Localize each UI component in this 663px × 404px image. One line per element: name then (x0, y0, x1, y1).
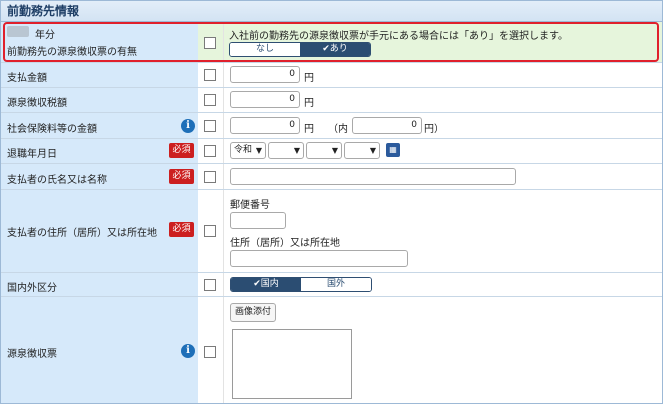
row-social-insurance: 社会保険料等の金額 i 0 円 （内 0 円） (1, 113, 662, 139)
postal-code-input[interactable] (230, 212, 286, 229)
row-checkbox[interactable] (204, 120, 216, 132)
address-input[interactable] (230, 250, 408, 267)
check-cell (198, 273, 224, 296)
address-label: 住所（居所）又は所在地 (230, 238, 340, 249)
chevron-down-icon: ▼ (369, 146, 376, 155)
value-cell (224, 164, 662, 189)
row-payment: 支払金額 0 円 (1, 63, 662, 88)
label-cell: 年分 前勤務先の源泉徴収票の有無 (1, 22, 198, 62)
value-cell: 0 円 (224, 88, 662, 112)
redacted-year (7, 26, 29, 37)
row-checkbox[interactable] (204, 94, 216, 106)
calendar-icon[interactable]: ▦ (386, 143, 400, 157)
month-select[interactable]: ▼ (306, 142, 342, 159)
prev-employer-panel: 前勤務先情報 年分 前勤務先の源泉徴収票の有無 入社前の勤務先の源泉徴収票が手元… (0, 0, 663, 404)
slip-label: 源泉徴収票 (7, 349, 57, 360)
row-checkbox[interactable] (204, 171, 216, 183)
required-badge: 必須 (169, 169, 194, 184)
check-cell (198, 190, 224, 272)
withholding-unit: 円 (304, 98, 314, 109)
row-domestic: 国内外区分 ✔国内 国外 (1, 273, 662, 297)
label-cell: 支払金額 (1, 63, 198, 87)
attach-image-button[interactable]: 画像添付 (230, 303, 277, 322)
label-cell: 源泉徴収税額 (1, 88, 198, 112)
label-cell: 退職年月日 必須 (1, 139, 198, 163)
option-none[interactable]: なし (230, 43, 300, 56)
social-insurance-unit: 円 (304, 124, 314, 135)
value-cell: ✔国内 国外 (224, 273, 662, 296)
check-cell (198, 164, 224, 189)
value-cell: 令和 ▼ ▼ ▼ ▼ ▦ (224, 139, 662, 163)
domestic-label: 国内外区分 (7, 283, 57, 294)
payer-name-label: 支払者の氏名又は名称 (7, 175, 107, 186)
row-checkbox[interactable] (204, 225, 216, 237)
info-icon[interactable]: i (181, 119, 195, 133)
value-cell: 入社前の勤務先の源泉徴収票が手元にある場合には「あり」を選択します。 なし ✔あ… (224, 22, 662, 62)
check-cell (198, 297, 224, 403)
chevron-down-icon: ▼ (255, 146, 262, 155)
withholding-input[interactable]: 0 (230, 91, 300, 108)
label-cell: 源泉徴収票 i (1, 297, 198, 403)
row-checkbox[interactable] (204, 346, 216, 358)
label-cell: 社会保険料等の金額 i (1, 113, 198, 138)
option-yes[interactable]: ✔あり (300, 43, 370, 56)
option-domestic[interactable]: ✔国内 (231, 278, 301, 291)
row-payer-address: 支払者の住所（居所）又は所在地 必須 郵便番号 住所（居所）又は所在地 (1, 190, 662, 273)
row-checkbox[interactable] (204, 37, 216, 49)
row-payer-name: 支払者の氏名又は名称 必須 (1, 164, 662, 190)
payer-name-input[interactable] (230, 168, 516, 185)
check-cell (198, 88, 224, 112)
label-cell: 支払者の住所（居所）又は所在地 必須 (1, 190, 198, 272)
check-cell (198, 113, 224, 138)
era-value: 令和 (234, 145, 253, 155)
slip-toggle: なし ✔あり (229, 42, 371, 57)
row-retire-date: 退職年月日 必須 令和 ▼ ▼ ▼ ▼ ▦ (1, 139, 662, 164)
check-cell (198, 139, 224, 163)
label-cell: 国内外区分 (1, 273, 198, 296)
row-checkbox[interactable] (204, 69, 216, 81)
year-select[interactable]: ▼ (268, 142, 304, 159)
domestic-toggle: ✔国内 国外 (230, 277, 372, 292)
row-withholding: 源泉徴収税額 0 円 (1, 88, 662, 113)
withholding-label: 源泉徴収税額 (7, 98, 67, 109)
chevron-down-icon: ▼ (293, 146, 300, 155)
value-cell: 画像添付 (224, 297, 662, 403)
row-checkbox[interactable] (204, 145, 216, 157)
social-insurance-input[interactable]: 0 (230, 117, 300, 134)
payer-address-label: 支払者の住所（居所）又は所在地 (7, 228, 157, 239)
day-select[interactable]: ▼ (344, 142, 380, 159)
value-cell: 0 円 （内 0 円） (224, 113, 662, 138)
row-checkbox[interactable] (204, 279, 216, 291)
prev-employer-label: 前勤務先の源泉徴収票の有無 (7, 47, 137, 58)
social-insurance-label: 社会保険料等の金額 (7, 124, 97, 135)
postal-code-label: 郵便番号 (230, 200, 270, 211)
required-badge: 必須 (169, 143, 194, 158)
check-cell (198, 63, 224, 87)
chevron-down-icon: ▼ (331, 146, 338, 155)
label-cell: 支払者の氏名又は名称 必須 (1, 164, 198, 189)
payment-label: 支払金額 (7, 73, 47, 84)
retire-date-label: 退職年月日 (7, 149, 57, 160)
value-cell: 0 円 (224, 63, 662, 87)
value-cell: 郵便番号 住所（居所）又は所在地 (224, 190, 662, 272)
inner-unit: 円） (424, 124, 444, 135)
payment-input[interactable]: 0 (230, 66, 300, 83)
image-preview-area (232, 329, 352, 399)
option-foreign[interactable]: 国外 (301, 278, 371, 291)
hint-text: 入社前の勤務先の源泉徴収票が手元にある場合には「あり」を選択します。 (229, 31, 568, 42)
info-icon[interactable]: i (181, 344, 195, 358)
payment-unit: 円 (304, 73, 314, 84)
era-select[interactable]: 令和 ▼ (230, 142, 266, 159)
check-cell (198, 22, 224, 62)
social-insurance-inner-input[interactable]: 0 (352, 117, 422, 134)
year-suffix: 年分 (35, 30, 55, 41)
inner-prefix: （内 (328, 124, 348, 135)
row-prev-employer: 年分 前勤務先の源泉徴収票の有無 入社前の勤務先の源泉徴収票が手元にある場合には… (1, 22, 662, 63)
section-title: 前勤務先情報 (1, 1, 662, 22)
required-badge: 必須 (169, 222, 194, 237)
row-slip: 源泉徴収票 i 画像添付 (1, 297, 662, 403)
